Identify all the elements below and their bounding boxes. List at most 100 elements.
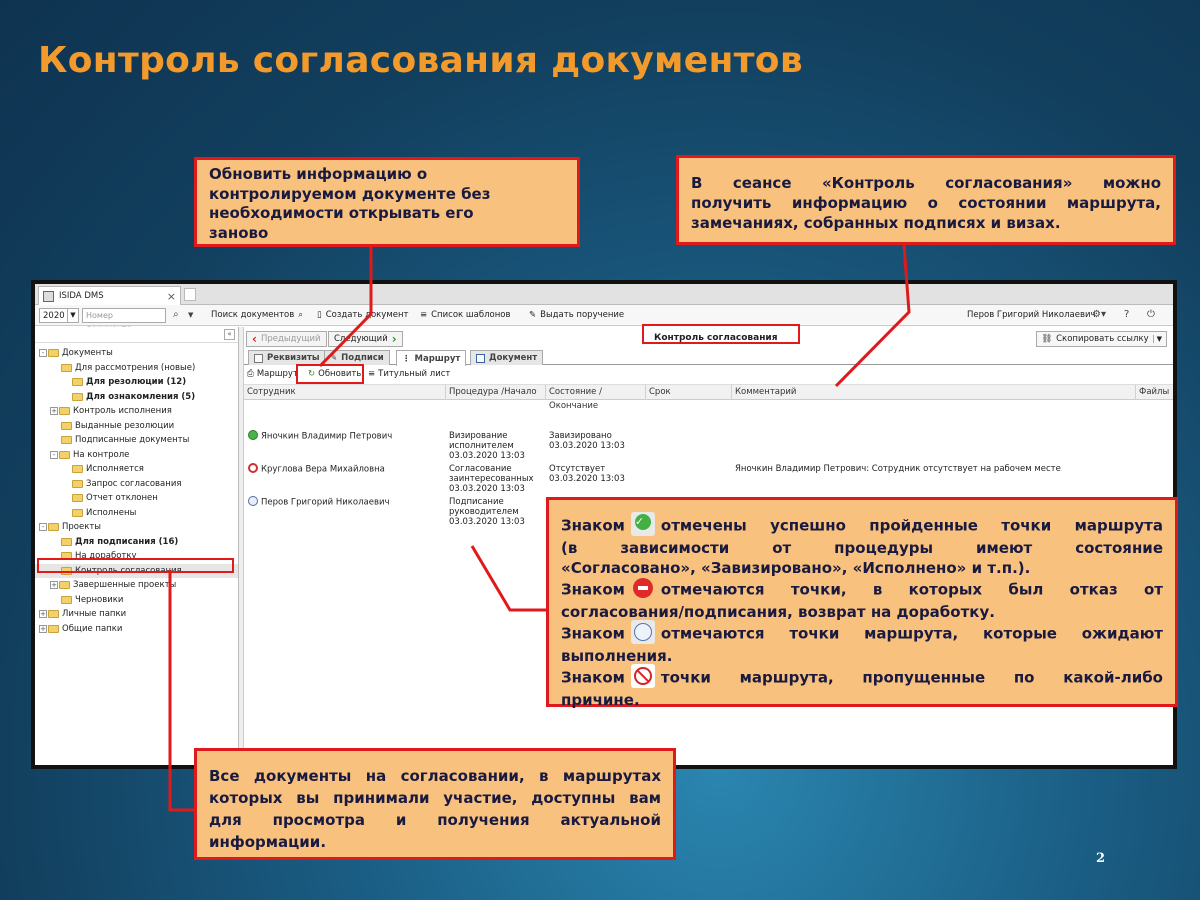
column-deadline[interactable]: Срок (646, 385, 732, 400)
app-logo-icon (43, 290, 54, 302)
tree-item[interactable]: Для резолюции (12) (35, 375, 238, 390)
route-actions: ⎙ Маршрут ↻ Обновить ≡ Титульный лист (244, 365, 1173, 385)
doc-number-input[interactable]: Номер документа... (82, 308, 166, 333)
session-callout: В сеансе «Контроль согласования» можно п… (676, 155, 1176, 245)
year-select[interactable]: 2020 ▼ (39, 308, 79, 323)
search-icon: ⌕ (298, 310, 303, 320)
legend-text: точки маршрута, пропущенные по какой-либ… (660, 668, 1163, 687)
expand-icon[interactable]: + (39, 624, 47, 633)
procedure-cell-line: Согласование (449, 464, 512, 474)
templates-list-button[interactable]: ≡ Список шаблонов (420, 310, 510, 320)
tree-item[interactable]: Подписанные документы (35, 433, 238, 448)
tree-item[interactable]: Черновики (35, 593, 238, 608)
close-tab-icon[interactable]: × (167, 290, 176, 303)
tree-item[interactable]: Для подписания (16) (35, 535, 238, 550)
previous-button[interactable]: ‹ Предыдущий (246, 331, 327, 347)
power-icon[interactable]: ⏻ (1147, 309, 1155, 320)
next-label: Следующий (334, 334, 388, 344)
tab-label: Документ (489, 353, 538, 363)
tree-item[interactable]: - Проекты (35, 520, 238, 535)
employee-name: Перов Григорий Николаевич (261, 497, 390, 508)
refresh-callout: Обновить информацию о контролируемом док… (194, 157, 580, 247)
callout-line: В сеансе «Контроль согласования» можно (691, 174, 1161, 192)
tab-label: Подписи (341, 353, 384, 363)
column-comment[interactable]: Комментарий (732, 385, 1136, 400)
collapse-sidebar-icon[interactable]: « (224, 329, 235, 340)
browser-tab[interactable]: ISIDA DMS × (38, 286, 181, 305)
callout-line: необходимости открывать его (209, 204, 474, 222)
procedure-cell-line: руководителем (449, 507, 519, 517)
copy-link-button[interactable]: ⛓ Скопировать ссылку ▼ (1036, 331, 1167, 347)
employee-cell: Перов Григорий Николаевич (248, 496, 390, 508)
tree-item-label: Исполнены (86, 507, 137, 518)
tab-route[interactable]: ⋮ Маршрут (396, 350, 467, 366)
tree-item-label: Черновики (75, 594, 124, 605)
employee-cell: Круглова Вера Михайловна (248, 463, 385, 475)
tab-requisites[interactable]: Реквизиты (248, 350, 326, 365)
tree-item[interactable]: + Личные папки (35, 607, 238, 622)
gear-icon[interactable]: ⚙▾ (1092, 309, 1106, 320)
current-user[interactable]: Перов Григорий Николаевич (967, 310, 1096, 320)
column-state[interactable]: Состояние /Окончание (546, 385, 646, 411)
tree-item[interactable]: + Общие папки (35, 622, 238, 637)
legend-lead: Знаком (561, 580, 625, 599)
rejected-stop-icon (631, 576, 655, 600)
folder-sidebar: « - Документы Для рассмотрения (новые) Для … (35, 327, 239, 765)
chevron-down-icon: ▼ (67, 309, 78, 322)
edit-icon: ✎ (529, 310, 537, 320)
create-document-label: Создать документ (325, 310, 409, 320)
tree-item[interactable]: - Документы (35, 346, 238, 361)
tree-item-label: Исполняется (86, 464, 144, 475)
tree-item-label: На контроле (73, 449, 130, 460)
issue-order-button[interactable]: ✎ Выдать поручение (529, 310, 624, 320)
expand-icon[interactable]: + (50, 407, 58, 416)
tree-item[interactable]: Исполняется (35, 462, 238, 477)
print-route-button[interactable]: ⎙ Маршрут (247, 369, 298, 379)
legend-callout: Знаком отмечены успешно пройденные точки … (546, 497, 1178, 709)
tree-item[interactable]: - На контроле (35, 448, 238, 463)
column-procedure[interactable]: Процедура /Начало (446, 385, 546, 400)
title-sheet-button[interactable]: ≡ Титульный лист (368, 369, 450, 379)
tree-item[interactable]: Запрос согласования (35, 477, 238, 492)
tree-item-label: Документы (62, 348, 113, 359)
next-button[interactable]: Следующий › (328, 331, 403, 347)
create-document-button[interactable]: ▯ Создать документ (317, 310, 408, 320)
search-dropdown-icon[interactable]: ▼ (188, 311, 193, 319)
search-icon[interactable]: ⌕ (173, 309, 179, 320)
tree-selection-highlight (37, 558, 234, 573)
folder-icon (61, 537, 72, 546)
collapse-icon[interactable]: - (39, 523, 47, 532)
tab-document[interactable]: Документ (470, 350, 544, 365)
tree-item[interactable]: Отчет отклонен (35, 491, 238, 506)
tab-label: Реквизиты (267, 353, 320, 363)
tree-item[interactable]: + Контроль исполнения (35, 404, 238, 419)
list-icon: ≡ (368, 369, 376, 379)
tree-item[interactable]: Для ознакомления (5) (35, 390, 238, 405)
folder-icon (72, 465, 83, 474)
tree-item[interactable]: Исполнены (35, 506, 238, 521)
collapse-icon[interactable]: - (50, 450, 58, 459)
tree-item-label: Проекты (62, 522, 102, 533)
expand-icon[interactable]: + (39, 610, 47, 619)
tree-item[interactable]: Для рассмотрения (новые) (35, 361, 238, 376)
expand-icon[interactable]: + (50, 581, 58, 590)
table-row[interactable]: Круглова Вера Михайловна Согласование заин… (244, 463, 1173, 496)
new-tab-button[interactable] (184, 288, 196, 301)
tree-item-label: Общие папки (62, 623, 123, 634)
chevron-down-icon[interactable]: ▼ (1152, 335, 1162, 343)
help-icon[interactable]: ? (1124, 309, 1129, 320)
tab-signatures[interactable]: ✎ Подписи (324, 350, 390, 365)
legend-line: Знаком отмечены успешно пройденные точки … (561, 512, 1163, 538)
state-cell-line: Отсутствует (549, 464, 606, 474)
legend-line: согласования/подписания, возврат на дора… (561, 603, 995, 621)
collapse-icon[interactable]: - (39, 349, 47, 358)
column-files[interactable]: Файлы (1136, 385, 1173, 400)
tree-item[interactable]: + Завершенные проекты (35, 578, 238, 593)
tree-item[interactable]: Выданные резолюции (35, 419, 238, 434)
tree-item-label: Запрос согласования (86, 478, 182, 489)
pen-icon: ✎ (330, 353, 338, 363)
search-documents-button[interactable]: Поиск документов ⌕ (211, 310, 303, 320)
print-icon: ⎙ (247, 369, 254, 379)
column-employee[interactable]: Сотрудник (244, 385, 446, 400)
table-row[interactable]: Яночкин Владимир Петрович Визирование испо… (244, 430, 1173, 463)
